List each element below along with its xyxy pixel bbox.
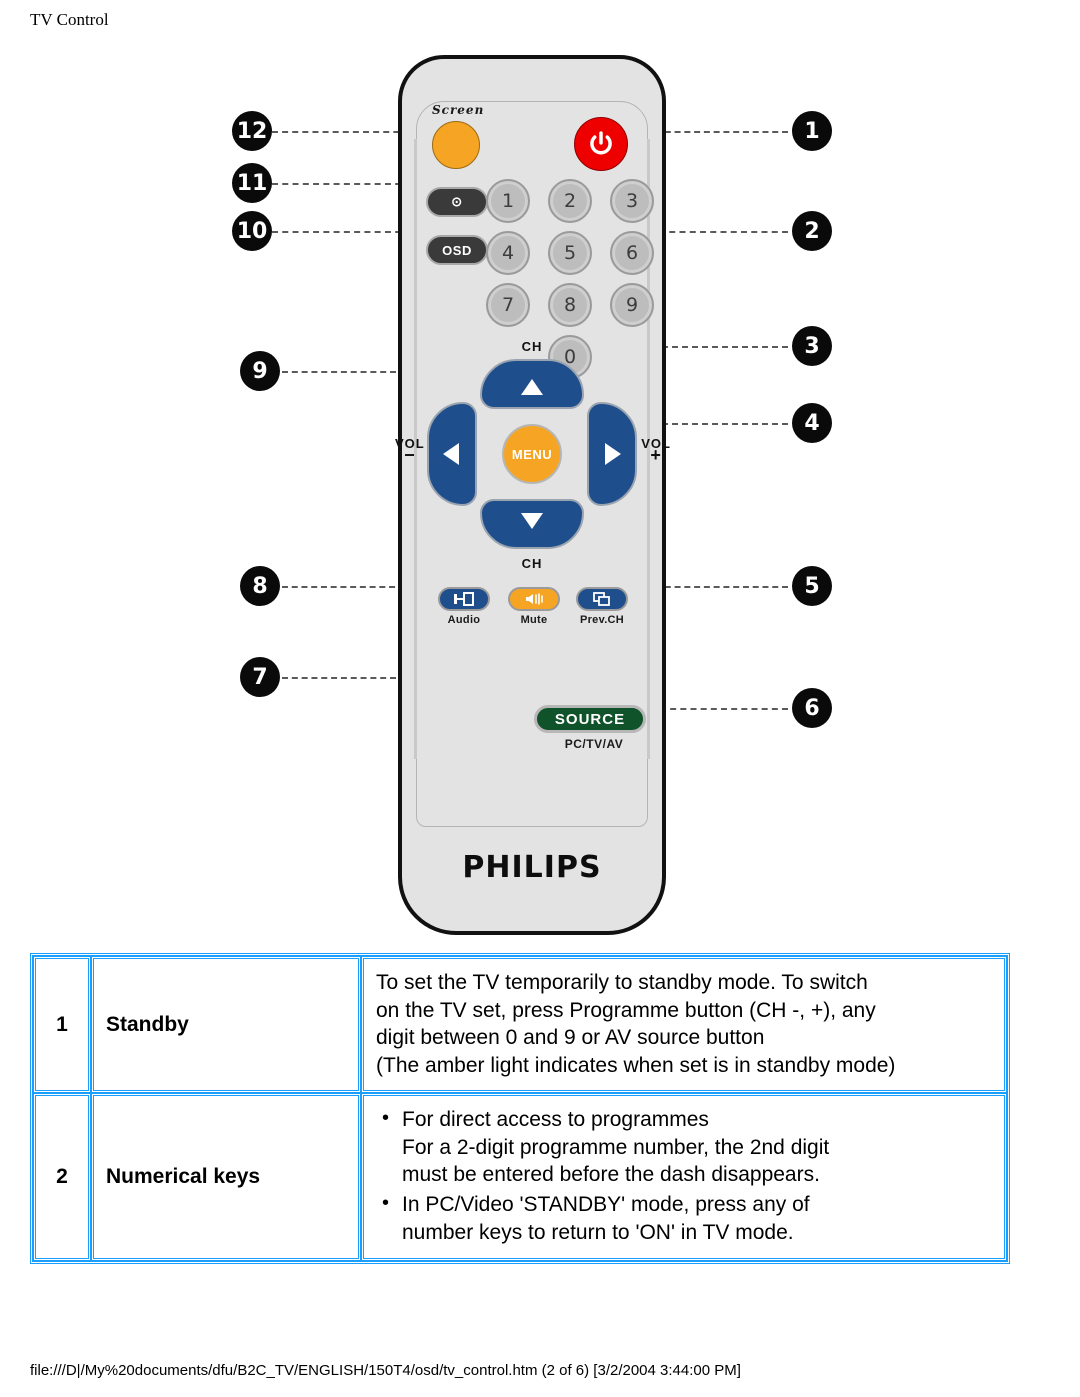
arrow-up-icon xyxy=(521,379,543,395)
screen-button[interactable] xyxy=(432,121,480,169)
key-2[interactable]: 2 xyxy=(548,179,592,223)
ch-up-button[interactable] xyxy=(480,359,584,409)
prev-ch-button-label: Prev.CH xyxy=(579,614,625,626)
arrow-left-icon xyxy=(443,443,459,465)
screen-label: Screen xyxy=(432,103,485,117)
button-description-table: 1 Standby To set the TV temporarily to s… xyxy=(30,953,1010,1265)
page-root: TV Control Screen ⊙ OSD 1 2 3 4 5 6 7 8 … xyxy=(0,0,1080,1397)
audio-icon xyxy=(454,592,474,606)
power-icon xyxy=(590,131,612,155)
menu-button[interactable]: MENU xyxy=(502,424,562,484)
callout-2[interactable]: 2 xyxy=(792,211,832,251)
vol-down-sign: − xyxy=(404,445,416,465)
vol-down-button[interactable] xyxy=(427,402,477,506)
table-row: 2 Numerical keys For direct access to pr… xyxy=(33,1092,1007,1262)
ch-up-label: CH xyxy=(521,339,543,354)
philips-logo: PHILIPS xyxy=(462,850,602,885)
bullet-item: For direct access to programmes For a 2-… xyxy=(382,1105,992,1189)
ch-down-button[interactable] xyxy=(480,499,584,549)
bullet-item: In PC/Video 'STANDBY' mode, press any of… xyxy=(382,1190,992,1246)
row-description: For direct access to programmes For a 2-… xyxy=(361,1092,1007,1262)
key-9[interactable]: 9 xyxy=(610,283,654,327)
bullet-main-text: For direct access to programmes xyxy=(402,1107,709,1131)
prev-ch-button-group: Prev.CH xyxy=(576,587,628,626)
mute-button-group: Mute xyxy=(508,587,560,626)
power-standby-button[interactable] xyxy=(574,117,628,171)
key-8[interactable]: 8 xyxy=(548,283,592,327)
callout-11[interactable]: 11 xyxy=(232,163,272,203)
callout-10[interactable]: 10 xyxy=(232,211,272,251)
callout-5[interactable]: 5 xyxy=(792,566,832,606)
vol-up-button[interactable] xyxy=(587,402,637,506)
row-description: To set the TV temporarily to standby mod… xyxy=(361,956,1007,1093)
mute-button-label: Mute xyxy=(520,614,548,626)
prev-ch-button[interactable] xyxy=(576,587,628,611)
description-line: (The amber light indicates when set is i… xyxy=(376,1054,896,1078)
footer-path: file:///D|/My%20documents/dfu/B2C_TV/ENG… xyxy=(30,1362,741,1379)
callout-1[interactable]: 1 xyxy=(792,111,832,151)
arrow-right-icon xyxy=(605,443,621,465)
key-1[interactable]: 1 xyxy=(486,179,530,223)
vol-up-label: VOL + xyxy=(641,437,671,465)
audio-button[interactable] xyxy=(438,587,490,611)
function-button-row: Audio Mute Prev.CH xyxy=(438,587,634,639)
source-caption: PC/TV/AV xyxy=(564,737,624,751)
table-row: 1 Standby To set the TV temporarily to s… xyxy=(33,956,1007,1093)
leader-line-6 xyxy=(660,708,788,710)
ch-down-label: CH xyxy=(521,556,543,571)
description-bullet-list: For direct access to programmes For a 2-… xyxy=(376,1105,992,1247)
key-6[interactable]: 6 xyxy=(610,231,654,275)
audio-button-label: Audio xyxy=(447,614,481,626)
prev-channel-icon xyxy=(593,592,610,606)
mute-button[interactable] xyxy=(508,587,560,611)
callout-4[interactable]: 4 xyxy=(792,403,832,443)
arrow-down-icon xyxy=(521,513,543,529)
key-5[interactable]: 5 xyxy=(548,231,592,275)
description-line: To set the TV temporarily to standby mod… xyxy=(376,971,868,994)
navigation-cluster: CH CH VOL − VOL + MENU xyxy=(395,339,670,571)
bullet-main-text: In PC/Video 'STANDBY' mode, press any of xyxy=(402,1193,810,1217)
key-4[interactable]: 4 xyxy=(486,231,530,275)
description-line: on the TV set, press Programme button (C… xyxy=(376,998,876,1022)
clock-button[interactable]: ⊙ xyxy=(426,187,488,217)
row-label: Standby xyxy=(91,956,361,1093)
remote-control-figure: Screen ⊙ OSD 1 2 3 4 5 6 7 8 9 0 CH CH V… xyxy=(0,40,1080,940)
vol-up-sign: + xyxy=(650,445,662,465)
row-label: Numerical keys xyxy=(91,1092,361,1262)
row-number: 2 xyxy=(33,1092,91,1262)
callout-9[interactable]: 9 xyxy=(240,351,280,391)
mute-icon xyxy=(526,593,543,605)
vol-down-label: VOL − xyxy=(395,437,425,465)
source-button[interactable]: SOURCE xyxy=(534,705,646,733)
bullet-sub-text: must be entered before the dash disappea… xyxy=(402,1163,820,1187)
key-3[interactable]: 3 xyxy=(610,179,654,223)
callout-6[interactable]: 6 xyxy=(792,688,832,728)
row-number: 1 xyxy=(33,956,91,1093)
remote-body: Screen ⊙ OSD 1 2 3 4 5 6 7 8 9 0 CH CH V… xyxy=(395,55,670,935)
callout-12[interactable]: 12 xyxy=(232,111,272,151)
callout-3[interactable]: 3 xyxy=(792,326,832,366)
bullet-sub-text: For a 2-digit programme number, the 2nd … xyxy=(402,1135,830,1159)
description-line: digit between 0 and 9 or AV source butto… xyxy=(376,1026,765,1050)
page-title: TV Control xyxy=(30,10,109,29)
key-7[interactable]: 7 xyxy=(486,283,530,327)
bullet-sub-text: number keys to return to 'ON' in TV mode… xyxy=(402,1220,794,1244)
callout-7[interactable]: 7 xyxy=(240,657,280,697)
osd-button[interactable]: OSD xyxy=(426,235,488,265)
callout-8[interactable]: 8 xyxy=(240,566,280,606)
audio-button-group: Audio xyxy=(438,587,490,626)
source-button-group: SOURCE PC/TV/AV xyxy=(534,705,654,751)
